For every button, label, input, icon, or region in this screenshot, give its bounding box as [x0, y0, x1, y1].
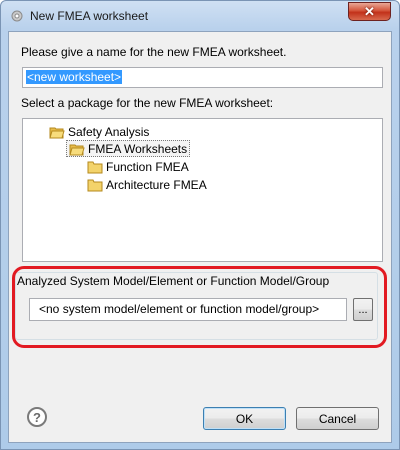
- help-icon[interactable]: ?: [27, 407, 47, 427]
- tree-item-fmea-worksheets[interactable]: FMEA Worksheets: [66, 140, 191, 157]
- tree-item-label: Function FMEA: [106, 159, 189, 174]
- package-prompt-label: Select a package for the new FMEA worksh…: [21, 96, 274, 110]
- folder-icon: [87, 161, 103, 173]
- close-button[interactable]: ✕: [348, 2, 391, 21]
- ok-button[interactable]: OK: [203, 407, 286, 430]
- tree-item-label: FMEA Worksheets: [88, 141, 188, 156]
- worksheet-name-value: <new worksheet>: [26, 70, 123, 84]
- cancel-button[interactable]: Cancel: [296, 407, 379, 430]
- title-bar[interactable]: New FMEA worksheet ✕: [1, 1, 399, 31]
- folder-icon: [87, 179, 103, 191]
- tree-item-safety-analysis[interactable]: Safety Analysis: [47, 123, 151, 140]
- gear-icon: [11, 10, 23, 22]
- worksheet-name-input[interactable]: <new worksheet>: [22, 67, 383, 88]
- folder-open-icon: [49, 127, 65, 138]
- tree-item-label: Safety Analysis: [68, 124, 150, 139]
- dialog-window: New FMEA worksheet ✕ Please give a name …: [0, 0, 400, 450]
- browse-button[interactable]: ...: [353, 298, 373, 321]
- tree-item-function-fmea[interactable]: Function FMEA: [85, 158, 191, 175]
- folder-open-icon: [69, 144, 85, 155]
- package-tree[interactable]: Safety Analysis FMEA Worksheets Function…: [22, 118, 383, 262]
- analyzed-model-field[interactable]: <no system model/element or function mod…: [29, 298, 347, 321]
- analyzed-model-group-title: Analyzed System Model/Element or Functio…: [17, 274, 330, 288]
- name-prompt-label: Please give a name for the new FMEA work…: [21, 45, 287, 59]
- window-title: New FMEA worksheet: [30, 9, 149, 23]
- dialog-content: Please give a name for the new FMEA work…: [8, 31, 392, 443]
- tree-item-label: Architecture FMEA: [106, 177, 207, 192]
- tree-item-architecture-fmea[interactable]: Architecture FMEA: [85, 176, 209, 193]
